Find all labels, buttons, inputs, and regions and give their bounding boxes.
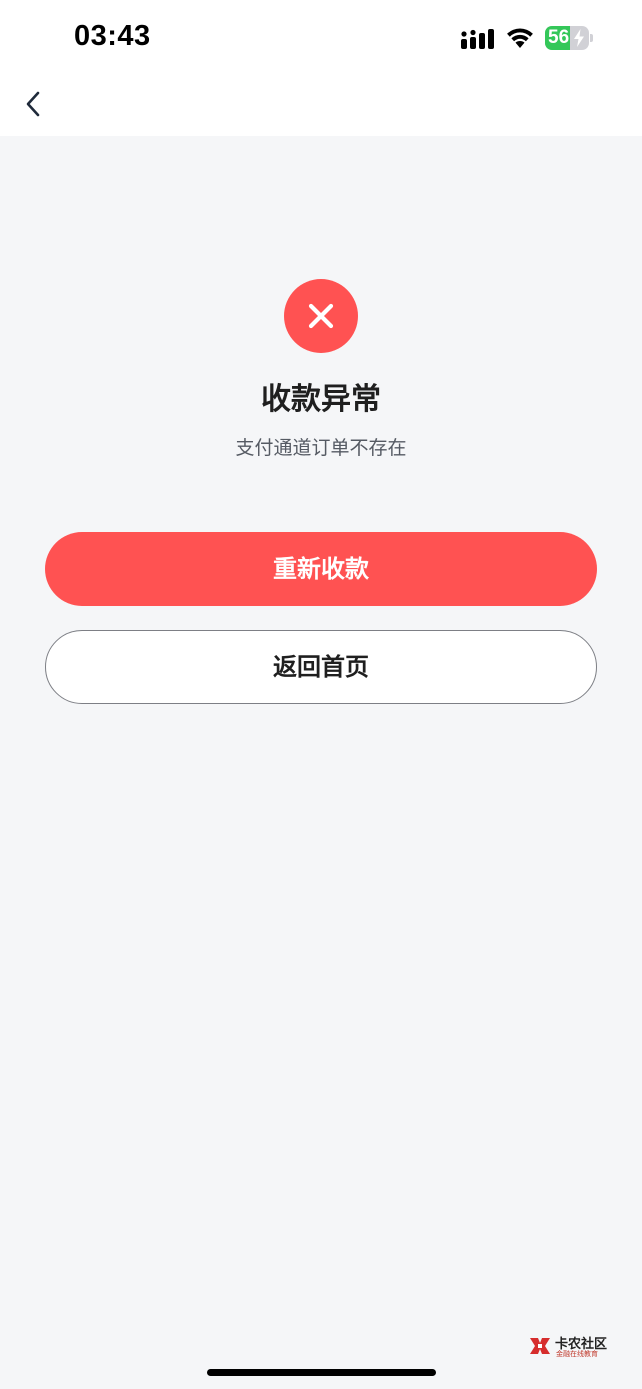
error-status-icon (284, 279, 358, 353)
navigation-bar (0, 78, 642, 136)
watermark-logo: 卡农社区 金融在线教育 (528, 1332, 608, 1362)
charging-bolt-icon (574, 29, 584, 47)
logo-mark-icon (530, 1338, 550, 1354)
watermark-subtitle: 金融在线教育 (556, 1350, 598, 1358)
close-icon (308, 303, 334, 329)
status-time: 03:43 (74, 20, 151, 52)
result-title: 收款异常 (261, 382, 381, 417)
retry-payment-button[interactable]: 重新收款 (45, 532, 597, 606)
chevron-left-icon (26, 91, 40, 117)
battery-indicator: 56 (545, 26, 593, 50)
wifi-icon (507, 28, 533, 48)
status-bar: 03:43 56 (0, 0, 642, 78)
battery-body: 56 (545, 26, 589, 50)
battery-level: 56 (548, 27, 570, 48)
home-indicator (207, 1369, 436, 1376)
battery-cap (590, 34, 593, 42)
result-message: 支付通道订单不存在 (235, 437, 407, 459)
back-button[interactable] (14, 84, 54, 124)
return-home-button[interactable]: 返回首页 (45, 630, 597, 704)
cellular-signal-icon (461, 29, 494, 49)
